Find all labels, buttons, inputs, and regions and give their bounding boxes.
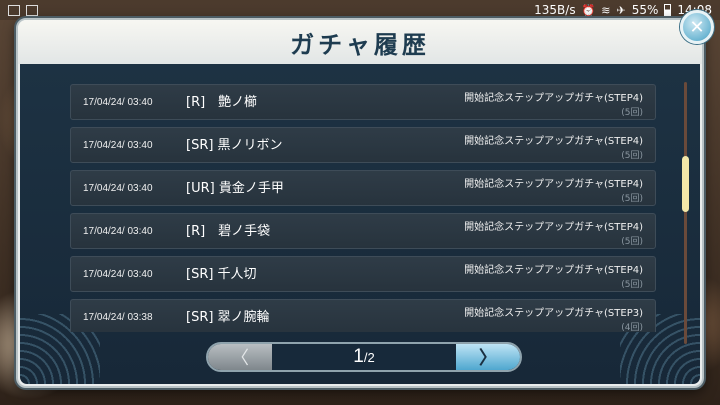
- row-date: 17/04/24/ 03:40: [83, 226, 153, 237]
- current-page: 1: [353, 346, 364, 367]
- next-page-button[interactable]: 〉: [456, 344, 520, 370]
- scrollbar-track[interactable]: [684, 82, 687, 344]
- prev-page-button[interactable]: 〈: [208, 344, 272, 370]
- pagination: 〈 1 /2 〉: [206, 342, 522, 372]
- row-gacha-name: 開始記念ステップアップガチャ(STEP4): [464, 179, 643, 190]
- row-gacha-name: 開始記念ステップアップガチャ(STEP4): [464, 265, 643, 276]
- history-row[interactable]: 17/04/24/ 03:40 [UR] 貴金ノ手甲 開始記念ステップアップガチ…: [70, 170, 656, 206]
- row-item-name: [SR] 千人切: [186, 267, 257, 282]
- row-pull-count: (5回): [621, 151, 643, 161]
- row-gacha-name: 開始記念ステップアップガチャ(STEP4): [464, 222, 643, 233]
- row-item-name: [R] 碧ノ手袋: [186, 224, 271, 239]
- row-pull-count: (5回): [621, 237, 643, 247]
- gacha-history-dialog: ガチャ履歴 17/04/24/ 03:40 [R] 艶ノ櫛 開始記念ステップアッ…: [16, 18, 704, 388]
- history-row[interactable]: 17/04/24/ 03:40 [SR] 黒ノリボン 開始記念ステップアップガチ…: [70, 127, 656, 163]
- page-indicator: 1 /2: [272, 344, 456, 370]
- row-item-name: [SR] 翠ノ腕輪: [186, 310, 270, 325]
- history-row[interactable]: 17/04/24/ 03:40 [SR] 千人切 開始記念ステップアップガチャ(…: [70, 256, 656, 292]
- row-date: 17/04/24/ 03:40: [83, 183, 153, 194]
- notification-icons: [8, 4, 38, 16]
- scrollbar-thumb[interactable]: [682, 156, 689, 213]
- airplane-icon: ✈: [616, 3, 626, 17]
- row-item-name: [UR] 貴金ノ手甲: [186, 181, 284, 196]
- row-pull-count: (4回): [621, 323, 643, 332]
- row-pull-count: (5回): [621, 280, 643, 290]
- row-pull-count: (5回): [621, 108, 643, 118]
- row-gacha-name: 開始記念ステップアップガチャ(STEP3): [464, 308, 643, 319]
- total-pages: /2: [363, 350, 375, 365]
- chevron-right-icon: 〉: [479, 348, 497, 369]
- dialog-header: ガチャ履歴: [18, 20, 702, 64]
- alarm-icon: ⏰: [581, 3, 596, 17]
- row-item-name: [SR] 黒ノリボン: [186, 138, 283, 153]
- dialog-title: ガチャ履歴: [290, 29, 430, 59]
- history-row[interactable]: 17/04/24/ 03:38 [SR] 翠ノ腕輪 開始記念ステップアップガチャ…: [70, 299, 656, 332]
- row-date: 17/04/24/ 03:40: [83, 140, 153, 151]
- battery-percent: 55%: [631, 3, 659, 17]
- row-date: 17/04/24/ 03:40: [83, 97, 153, 108]
- battery-icon: [664, 4, 672, 16]
- status-bar: 135B/s ⏰ ≋ ✈ 55% 14:08: [0, 0, 720, 20]
- row-item-name: [R] 艶ノ櫛: [186, 95, 258, 110]
- close-icon: ✕: [689, 16, 705, 38]
- close-button[interactable]: ✕: [680, 10, 714, 44]
- row-pull-count: (5回): [621, 194, 643, 204]
- wifi-icon: ≋: [601, 3, 611, 17]
- notification-icon: [8, 4, 20, 16]
- history-row[interactable]: 17/04/24/ 03:40 [R] 艶ノ櫛 開始記念ステップアップガチャ(S…: [70, 84, 656, 120]
- row-gacha-name: 開始記念ステップアップガチャ(STEP4): [464, 136, 643, 147]
- row-date: 17/04/24/ 03:40: [83, 269, 153, 280]
- dialog-body: 17/04/24/ 03:40 [R] 艶ノ櫛 開始記念ステップアップガチャ(S…: [20, 64, 700, 384]
- chevron-left-icon: 〈: [231, 348, 249, 369]
- notification-icon: [26, 4, 38, 16]
- row-date: 17/04/24/ 03:38: [83, 312, 153, 323]
- row-gacha-name: 開始記念ステップアップガチャ(STEP4): [464, 93, 643, 104]
- history-list[interactable]: 17/04/24/ 03:40 [R] 艶ノ櫛 開始記念ステップアップガチャ(S…: [70, 84, 656, 332]
- net-speed: 135B/s: [534, 3, 576, 17]
- history-row[interactable]: 17/04/24/ 03:40 [R] 碧ノ手袋 開始記念ステップアップガチャ(…: [70, 213, 656, 249]
